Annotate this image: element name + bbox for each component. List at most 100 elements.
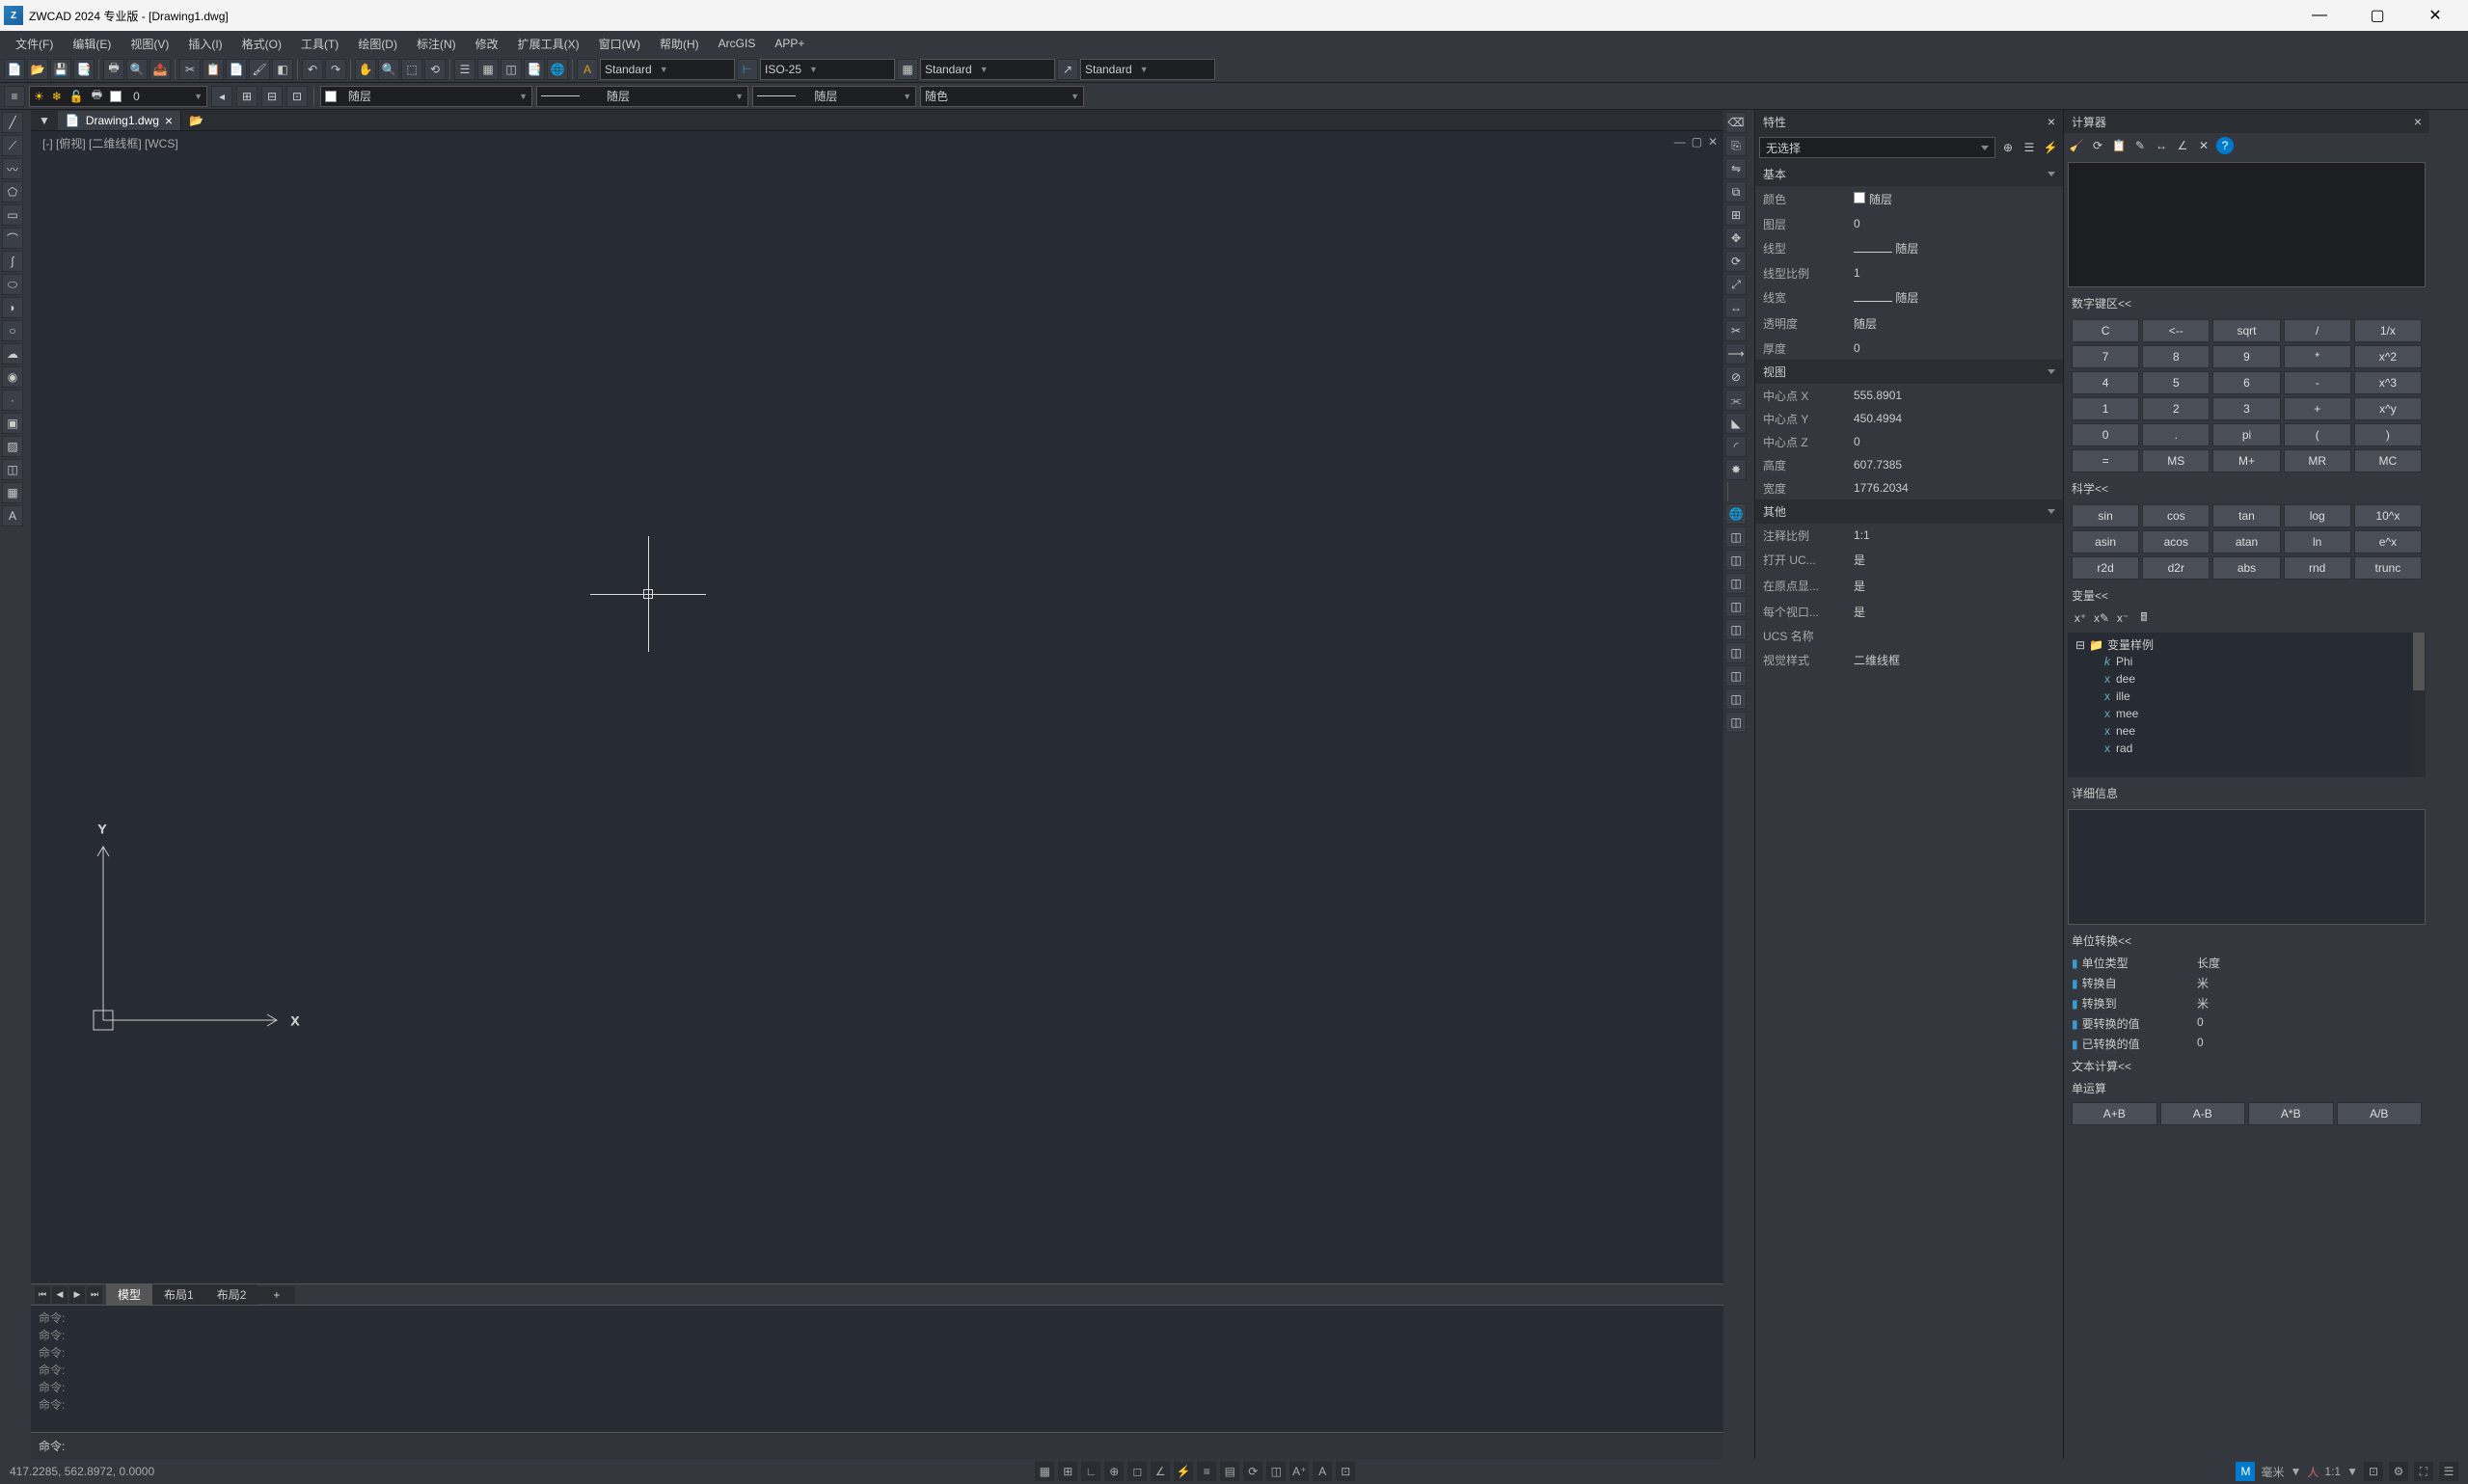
- zoom-icon[interactable]: 🔍: [378, 59, 399, 80]
- prop-value[interactable]: 1:1: [1850, 526, 2055, 544]
- calc-getangle-icon[interactable]: ∠: [2174, 137, 2191, 154]
- calc-key-3[interactable]: 3: [2212, 397, 2280, 420]
- calc-key-asin[interactable]: asin: [2072, 530, 2139, 553]
- calc-paste-icon[interactable]: 📋: [2110, 137, 2128, 154]
- calc-key-tan[interactable]: tan: [2212, 504, 2280, 527]
- calc-key-<--[interactable]: <--: [2142, 319, 2210, 342]
- vp-min-icon[interactable]: —: [1674, 135, 1686, 148]
- match-icon[interactable]: 🖌: [249, 59, 270, 80]
- calc-key-M+[interactable]: M+: [2212, 449, 2280, 472]
- minimize-button[interactable]: —: [2300, 1, 2339, 30]
- sphere-icon[interactable]: 🌐: [1725, 503, 1747, 525]
- calc-key-r2d[interactable]: r2d: [2072, 556, 2139, 580]
- calc-key-)[interactable]: ): [2354, 423, 2422, 446]
- anno-icon[interactable]: A⁺: [1289, 1462, 1309, 1481]
- props-icon[interactable]: ☰: [454, 59, 475, 80]
- status-menu-icon[interactable]: ☰: [2439, 1462, 2458, 1481]
- copy-icon[interactable]: 📋: [203, 59, 224, 80]
- arc-icon[interactable]: ⌒: [2, 228, 23, 249]
- grid-icon[interactable]: ▦: [1035, 1462, 1054, 1481]
- menu-appplus[interactable]: APP+: [765, 35, 814, 52]
- saveas-icon[interactable]: 📑: [73, 59, 95, 80]
- model-icon[interactable]: ◫: [1266, 1462, 1286, 1481]
- close-button[interactable]: ✕: [2416, 1, 2454, 30]
- circle-icon[interactable]: ○: [2, 320, 23, 341]
- paste-icon[interactable]: 📄: [226, 59, 247, 80]
- menu-modify[interactable]: 修改: [466, 34, 508, 54]
- open-doc-icon[interactable]: 📂: [181, 112, 211, 129]
- calc-key-9[interactable]: 9: [2212, 345, 2280, 368]
- block-insert-icon[interactable]: ▣: [2, 413, 23, 434]
- tab-layout1[interactable]: 布局1: [152, 1284, 205, 1305]
- calc-key-atan[interactable]: atan: [2212, 530, 2280, 553]
- fullscreen-icon[interactable]: ⛶: [2414, 1462, 2433, 1481]
- var-item[interactable]: xille: [2075, 688, 2418, 705]
- prop-value[interactable]: 555.8901: [1850, 387, 2055, 404]
- detail-section[interactable]: 详细信息: [2064, 781, 2429, 805]
- maximize-button[interactable]: ▢: [2358, 1, 2397, 30]
- units-label[interactable]: 毫米: [2261, 1464, 2284, 1480]
- calc-key-6[interactable]: 6: [2212, 371, 2280, 394]
- selection-select[interactable]: 无选择: [1759, 137, 1995, 158]
- mleader-style-icon[interactable]: ↗: [1057, 59, 1078, 80]
- point-icon[interactable]: ·: [2, 390, 23, 411]
- hatch-icon[interactable]: ▨: [2, 436, 23, 457]
- scroll-last-icon[interactable]: ⏭: [87, 1286, 102, 1304]
- calc-key-*[interactable]: *: [2284, 345, 2351, 368]
- prop-value[interactable]: 随层: [1850, 313, 2055, 334]
- var-edit-icon[interactable]: x✎: [2093, 609, 2110, 627]
- section-basic[interactable]: 基本: [1755, 162, 2063, 186]
- calc-intersect-icon[interactable]: ✕: [2195, 137, 2212, 154]
- calc-key-trunc[interactable]: trunc: [2354, 556, 2422, 580]
- unit-value[interactable]: 米: [2197, 995, 2209, 1012]
- calc-key-.[interactable]: .: [2142, 423, 2210, 446]
- calc-key-+[interactable]: +: [2284, 397, 2351, 420]
- textstyle-select[interactable]: Standard▼: [600, 59, 735, 80]
- dc-icon[interactable]: ▦: [477, 59, 499, 80]
- text-style-icon[interactable]: A: [577, 59, 598, 80]
- ellipsearc-icon[interactable]: ◗: [2, 297, 23, 318]
- layer-state-icon[interactable]: ⊞: [236, 86, 258, 107]
- tab-menu-icon[interactable]: ▼: [31, 112, 58, 129]
- calc-key-A/B[interactable]: A/B: [2337, 1102, 2423, 1125]
- vp-close-icon[interactable]: ✕: [1708, 135, 1718, 148]
- props-close-icon[interactable]: ×: [2048, 114, 2055, 129]
- prop-value[interactable]: [1850, 634, 2055, 638]
- unit-value[interactable]: 米: [2197, 975, 2209, 991]
- layer-walk-icon[interactable]: ⊡: [286, 86, 308, 107]
- close-tab-icon[interactable]: ×: [165, 113, 173, 128]
- modelpaper-icon[interactable]: M: [2236, 1462, 2255, 1481]
- otrack-icon[interactable]: ∠: [1151, 1462, 1170, 1481]
- calc-history-icon[interactable]: ⟳: [2089, 137, 2106, 154]
- calc-key-log[interactable]: log: [2284, 504, 2351, 527]
- layerw4-icon[interactable]: ◫: [1725, 596, 1747, 617]
- line-icon[interactable]: ╱: [2, 112, 23, 133]
- scroll-first-icon[interactable]: ⏮: [35, 1286, 50, 1304]
- prop-value[interactable]: 1: [1850, 264, 2055, 282]
- block-icon[interactable]: ◧: [272, 59, 293, 80]
- calc-key-4[interactable]: 4: [2072, 371, 2139, 394]
- menu-help[interactable]: 帮助(H): [650, 34, 709, 54]
- extend-icon[interactable]: ⟶: [1725, 343, 1747, 364]
- zoomwin-icon[interactable]: ⬚: [401, 59, 422, 80]
- layerw5-icon[interactable]: ◫: [1725, 619, 1747, 640]
- coords-readout[interactable]: 417.2285, 562.8972, 0.0000: [10, 1465, 154, 1478]
- calc-key-e^x[interactable]: e^x: [2354, 530, 2422, 553]
- unit-value[interactable]: 0: [2197, 1036, 2204, 1052]
- var-new-icon[interactable]: x⁺: [2072, 609, 2089, 627]
- layerw2-icon[interactable]: ◫: [1725, 550, 1747, 571]
- calc-key-x^y[interactable]: x^y: [2354, 397, 2422, 420]
- calc-getpoint-icon[interactable]: ✎: [2131, 137, 2149, 154]
- layer-prev-icon[interactable]: ◂: [211, 86, 232, 107]
- calc-key-x^2[interactable]: x^2: [2354, 345, 2422, 368]
- menu-file[interactable]: 文件(F): [6, 34, 63, 54]
- table-style-icon[interactable]: ▦: [897, 59, 918, 80]
- gear-icon[interactable]: ⚙: [2389, 1462, 2408, 1481]
- cut-icon[interactable]: ✂: [179, 59, 201, 80]
- calc-getdist-icon[interactable]: ↔: [2153, 137, 2170, 154]
- doc-tab[interactable]: 📄 Drawing1.dwg ×: [58, 111, 181, 130]
- vp-max-icon[interactable]: ▢: [1692, 135, 1702, 148]
- layerw6-icon[interactable]: ◫: [1725, 642, 1747, 663]
- layerw1-icon[interactable]: ◫: [1725, 526, 1747, 548]
- ortho-icon[interactable]: ∟: [1081, 1462, 1100, 1481]
